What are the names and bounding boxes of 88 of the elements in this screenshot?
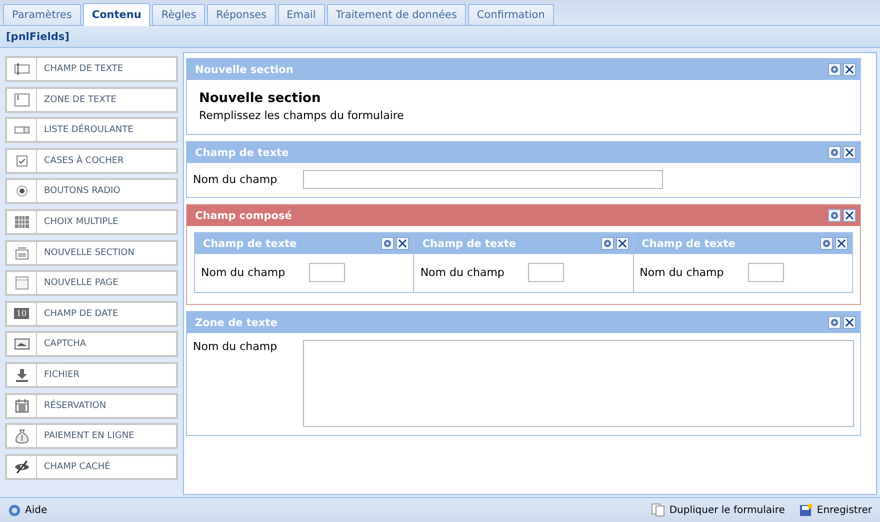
field-label: Nom du champ xyxy=(193,340,278,353)
close-icon xyxy=(845,65,854,74)
settings-button[interactable] xyxy=(828,63,841,76)
footer-button[interactable]: Dupliquer le formulaire xyxy=(651,503,785,517)
settings-button[interactable] xyxy=(381,237,394,250)
calendar-icon xyxy=(14,398,30,414)
palette-item[interactable]: PAIEMENT EN LIGNE xyxy=(5,423,178,450)
input-field[interactable] xyxy=(748,263,784,282)
input-field[interactable] xyxy=(303,170,663,189)
settings-button[interactable] xyxy=(600,237,614,250)
palette-item[interactable]: NOUVELLE PAGE xyxy=(5,270,178,296)
palette-item[interactable]: CHOIX MULTIPLE xyxy=(5,208,178,235)
block-title: Champ de texte xyxy=(642,238,736,250)
close-button[interactable] xyxy=(616,237,629,250)
block-title: Nouvelle section xyxy=(195,64,294,76)
close-button[interactable] xyxy=(834,237,848,250)
tab[interactable]: Confirmation xyxy=(468,4,554,25)
radio-icon xyxy=(14,183,30,200)
field-label: Nom du champ xyxy=(193,173,278,186)
palette-item[interactable]: CHAMP CACHÉ xyxy=(5,454,178,480)
tab[interactable]: Paramètres xyxy=(3,4,81,25)
hidden-eye-icon xyxy=(14,458,30,475)
text-area-field[interactable] xyxy=(303,340,854,427)
close-icon xyxy=(845,318,854,327)
close-icon xyxy=(836,239,846,248)
palette-item[interactable]: LISTE DÉROULANTE xyxy=(5,117,178,144)
settings-button[interactable] xyxy=(828,146,841,159)
block-title: Zone de texte xyxy=(195,316,278,328)
settings-icon xyxy=(830,211,839,220)
block-title: Champ de texte xyxy=(203,238,298,250)
block-title: Champ composé xyxy=(195,210,293,222)
palette-item[interactable]: 10 CHAMP DE DATE xyxy=(5,300,178,327)
text-area-icon xyxy=(14,92,30,108)
settings-button[interactable] xyxy=(828,316,841,329)
settings-icon xyxy=(383,239,392,248)
palette-item[interactable]: CASES À COCHER xyxy=(5,148,178,174)
settings-button[interactable] xyxy=(820,237,833,250)
text-field-icon xyxy=(14,61,30,77)
palette-item[interactable]: BOUTONS RADIO xyxy=(5,178,178,204)
footer-button[interactable]: Enregistrer xyxy=(798,503,872,517)
palette-item[interactable]: ZONE DE TEXTE xyxy=(5,86,178,113)
settings-icon xyxy=(822,239,831,248)
date-icon: 10 xyxy=(14,308,29,320)
close-button[interactable] xyxy=(396,237,410,250)
help-button[interactable]: Aide xyxy=(8,504,48,516)
tab[interactable]: Email xyxy=(278,4,325,25)
checkbox-icon xyxy=(14,152,30,169)
settings-button[interactable] xyxy=(828,209,841,222)
palette-item[interactable]: CHAMP DE TEXTE xyxy=(5,56,178,82)
help-icon xyxy=(8,504,21,516)
section-description: Remplissez les champs du formulaire xyxy=(199,109,405,122)
tab[interactable]: Traitement de données xyxy=(326,4,466,25)
close-button[interactable] xyxy=(843,316,856,329)
close-button[interactable] xyxy=(843,146,856,159)
input-field[interactable] xyxy=(528,263,564,282)
palette-item[interactable]: RÉSERVATION xyxy=(5,392,178,419)
captcha-icon xyxy=(14,336,30,352)
field-label: Nom du champ xyxy=(640,266,725,279)
settings-icon xyxy=(830,148,839,157)
save-icon xyxy=(798,503,813,517)
grid-icon xyxy=(14,214,30,230)
section-icon xyxy=(14,244,30,261)
tab[interactable]: Réponses xyxy=(207,4,276,25)
palette-item[interactable]: FICHIER xyxy=(5,362,178,388)
field-label: Nom du champ xyxy=(201,266,286,279)
close-button[interactable] xyxy=(843,209,856,222)
close-button[interactable] xyxy=(843,63,856,76)
money-bag-icon xyxy=(14,428,30,444)
input-field[interactable] xyxy=(309,263,345,282)
panel-title: [pnlFields] xyxy=(0,28,880,48)
settings-icon xyxy=(830,65,839,74)
copy-icon xyxy=(651,503,666,517)
page-icon xyxy=(14,275,30,292)
settings-icon xyxy=(602,239,612,248)
close-icon xyxy=(845,211,854,220)
block-title: Champ de texte xyxy=(422,238,518,250)
tab[interactable]: Contenu xyxy=(82,3,150,26)
download-icon xyxy=(14,366,30,383)
close-icon xyxy=(398,239,408,248)
palette-item[interactable]: CAPTCHA xyxy=(5,331,178,358)
close-icon xyxy=(845,148,854,157)
tab[interactable]: Règles xyxy=(152,4,206,25)
block-title: Champ de texte xyxy=(195,146,290,158)
section-heading: Nouvelle section xyxy=(199,91,322,106)
settings-icon xyxy=(830,318,839,327)
close-icon xyxy=(618,239,627,248)
field-label: Nom du champ xyxy=(420,266,506,279)
palette-item[interactable]: NOUVELLE SECTION xyxy=(5,240,178,266)
